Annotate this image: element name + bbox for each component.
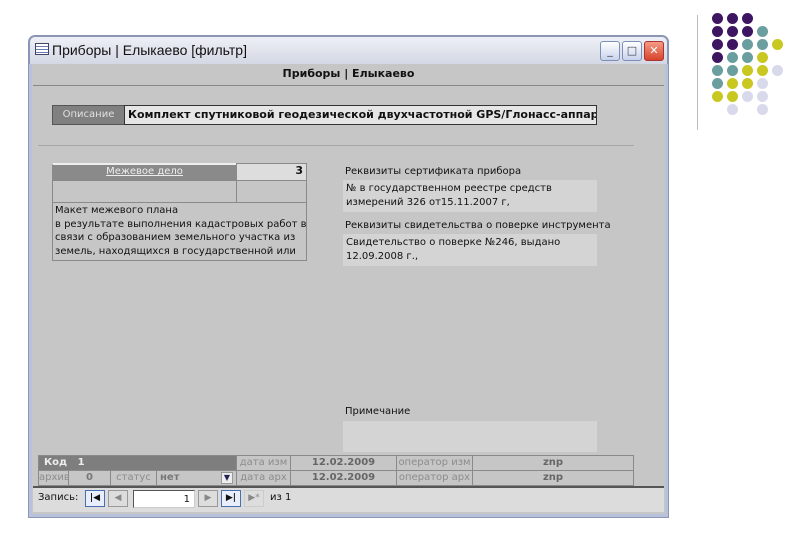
subform-memo[interactable]: Макет межевого плана в результате выполн…: [52, 202, 307, 261]
decorative-dot: [757, 91, 768, 102]
close-icon[interactable]: ✕: [644, 41, 664, 61]
decorative-dot: [727, 104, 738, 115]
decorative-dot: [757, 104, 768, 115]
verification-line: 12.09.2008 г.,: [346, 251, 419, 262]
description-field[interactable]: Комплект спутниковой геодезической двухч…: [124, 105, 597, 125]
maximize-icon[interactable]: □: [622, 41, 642, 61]
window-title: Приборы | Елыкаево [фильтр]: [52, 42, 247, 58]
date-arch-label: дата арх: [236, 470, 291, 486]
decorative-dot: [712, 91, 723, 102]
decorative-dot: [742, 26, 753, 37]
decorative-divider: [697, 15, 698, 130]
decorative-dot: [712, 13, 723, 24]
subform-count: 3: [236, 163, 307, 181]
verification-field[interactable]: Свидетельство о поверке №246, выдано 12.…: [343, 234, 597, 266]
decorative-dot: [757, 39, 768, 50]
certificate-field[interactable]: № в государственном реестре средств изме…: [343, 180, 597, 212]
status-label: статус: [110, 470, 157, 486]
decorative-dot: [742, 78, 753, 89]
mezhevoe-delo-link[interactable]: Межевое дело: [106, 166, 183, 177]
last-record-button[interactable]: ▶|: [221, 490, 241, 507]
memo-line: в результате выполнения кадастровых рабо…: [55, 218, 307, 230]
decorative-dot: [742, 13, 753, 24]
certificate-line: измерений 326 от15.11.2007 г,: [346, 197, 510, 208]
decorative-dot: [742, 52, 753, 63]
decorative-dot: [712, 39, 723, 50]
minimize-icon[interactable]: _: [600, 41, 620, 61]
operator-mod-value: znp: [472, 455, 634, 471]
operator-arch-label: оператор арх: [396, 470, 473, 486]
archive-label: архив: [38, 470, 69, 486]
decorative-dot: [727, 52, 738, 63]
status-select[interactable]: нет ▼: [156, 470, 237, 486]
decorative-dot: [742, 65, 753, 76]
next-record-button[interactable]: ▶: [198, 490, 218, 507]
decorative-dot: [727, 65, 738, 76]
decorative-dot: [712, 65, 723, 76]
separator: [38, 145, 634, 146]
decorative-dot: [742, 91, 753, 102]
operator-arch-value: znp: [472, 470, 634, 486]
decorative-dot: [712, 78, 723, 89]
subform-empty-cell-2[interactable]: [236, 180, 307, 203]
decorative-dot: [727, 13, 738, 24]
date-arch-value: 12.02.2009: [290, 470, 397, 486]
certificate-line: № в государственном реестре средств: [346, 183, 552, 194]
decorative-dot: [727, 78, 738, 89]
new-record-button[interactable]: ▶*: [244, 490, 264, 507]
decorative-dot: [757, 52, 768, 63]
navigator-label: Запись:: [38, 492, 79, 503]
description-label: Описание: [52, 105, 125, 125]
subform-empty-cell[interactable]: [52, 180, 237, 203]
decorative-dot: [727, 91, 738, 102]
note-field[interactable]: [343, 421, 597, 452]
archive-value[interactable]: 0: [68, 470, 111, 486]
operator-mod-label: оператор изм: [396, 455, 473, 471]
form-icon: [35, 43, 49, 55]
decorative-dot: [712, 26, 723, 37]
subform-link-cell[interactable]: Межевое дело: [52, 163, 237, 181]
verification-label: Реквизиты свидетельства о поверке инстру…: [345, 220, 611, 231]
date-mod-value: 12.02.2009: [290, 455, 397, 471]
decorative-dot: [772, 39, 783, 50]
decorative-dot: [727, 39, 738, 50]
decorative-dot: [757, 78, 768, 89]
date-mod-label: дата изм: [236, 455, 291, 471]
record-count: из 1: [270, 492, 292, 503]
status-value: нет: [160, 472, 180, 483]
verification-line: Свидетельство о поверке №246, выдано: [346, 237, 561, 248]
certificate-label: Реквизиты сертификата прибора: [345, 166, 522, 177]
memo-line: Макет межевого плана: [55, 205, 179, 216]
chevron-down-icon[interactable]: ▼: [221, 472, 233, 484]
code-label: Код: [44, 457, 68, 468]
code-field: Код 1: [38, 455, 237, 471]
decorative-dot: [727, 26, 738, 37]
decorative-dot: [712, 52, 723, 63]
form-header: Приборы | Елыкаево: [33, 64, 664, 86]
decorative-dot: [772, 65, 783, 76]
first-record-button[interactable]: |◀: [85, 490, 105, 507]
note-label: Примечание: [345, 406, 411, 417]
code-value: 1: [77, 457, 85, 468]
prev-record-button[interactable]: ◀: [108, 490, 128, 507]
memo-line: земель, находящихся в государственной ил…: [55, 245, 296, 257]
record-number-input[interactable]: 1: [133, 490, 195, 508]
decorative-dot: [757, 65, 768, 76]
decorative-dot: [757, 26, 768, 37]
memo-line: связи с образованием земельного участка …: [55, 232, 296, 243]
decorative-dot: [742, 39, 753, 50]
